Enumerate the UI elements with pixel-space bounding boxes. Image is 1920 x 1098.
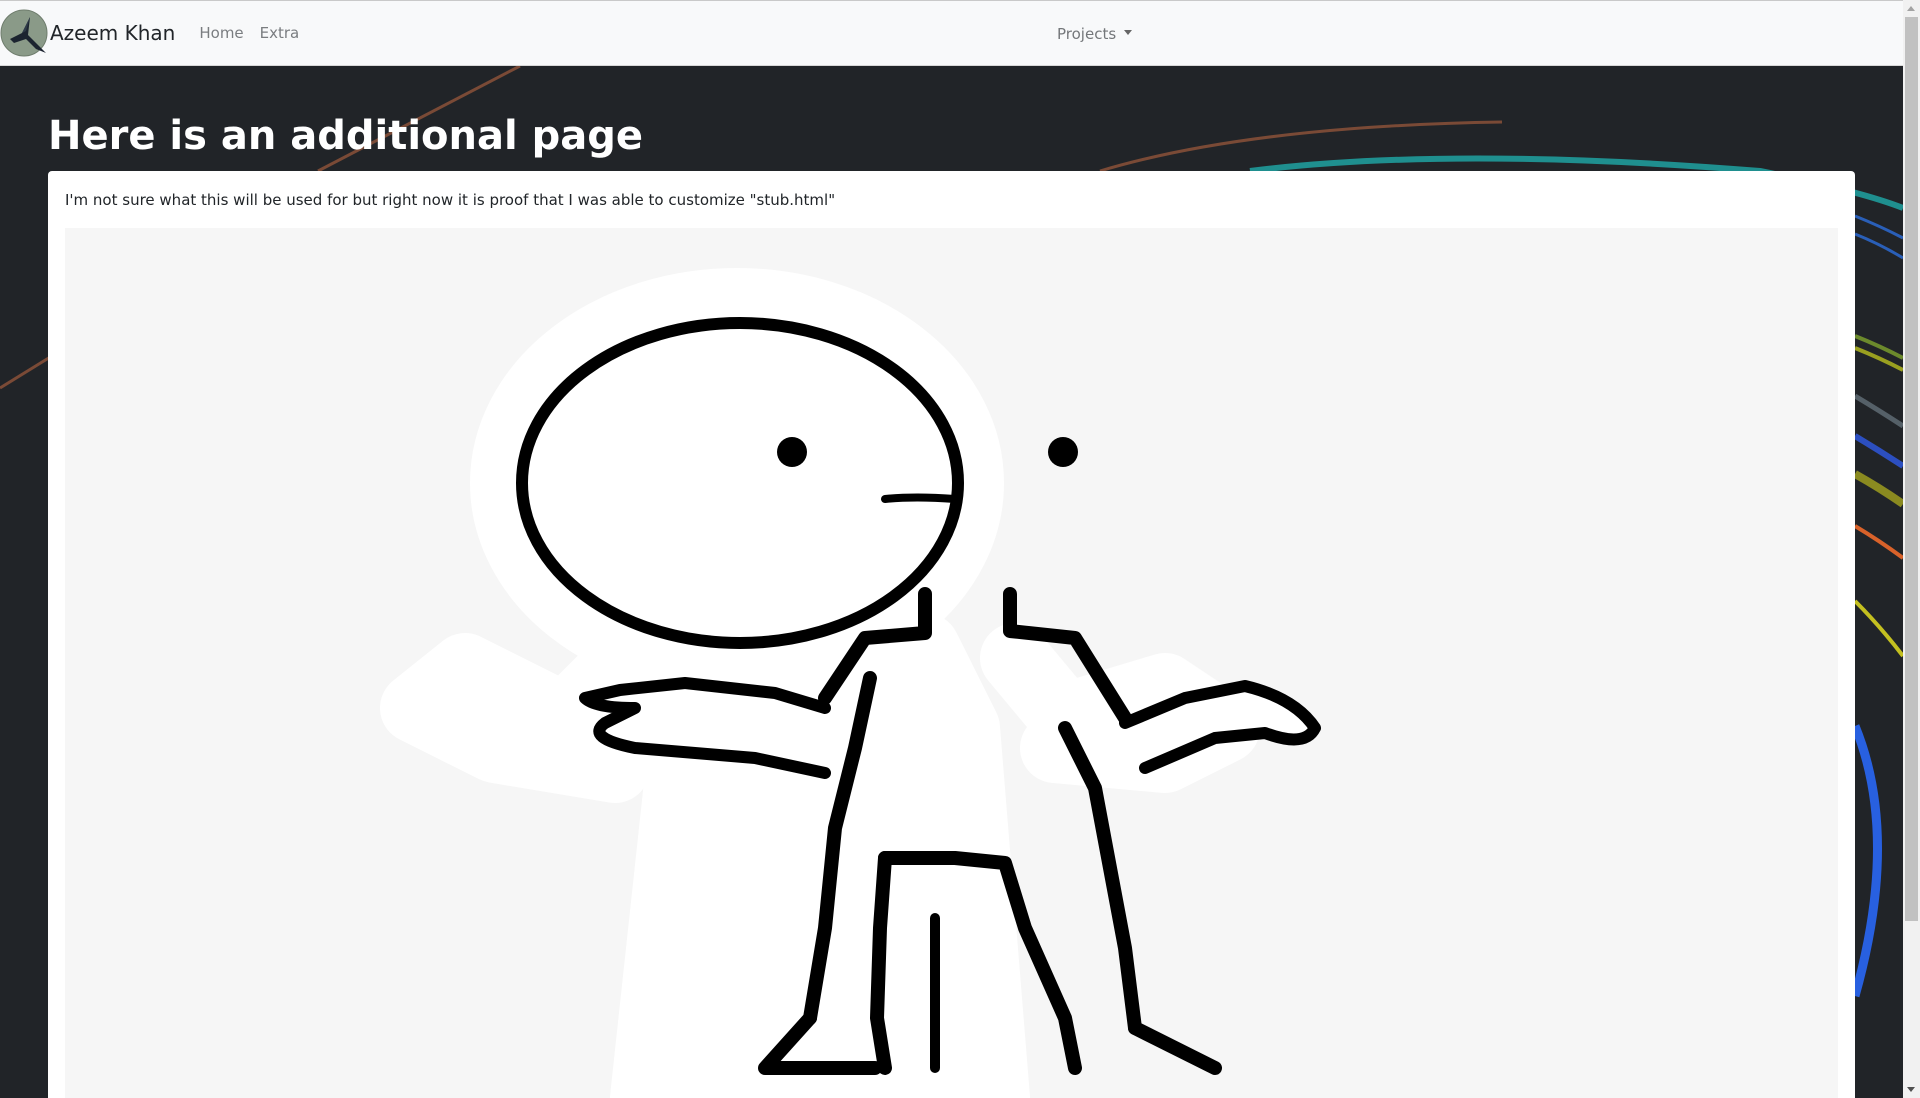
- brand-name: Azeem Khan: [50, 21, 176, 45]
- card-text: I'm not sure what this will be used for …: [65, 191, 836, 209]
- figure-eye-left: [777, 437, 807, 467]
- scroll-up-icon[interactable]: [1907, 6, 1915, 11]
- caret-down-icon: [1124, 29, 1133, 35]
- page-scrollbar[interactable]: [1903, 0, 1920, 1098]
- brand-link[interactable]: Azeem Khan: [0, 0, 175, 66]
- background-line-green: [1854, 334, 1903, 360]
- scroll-down-icon[interactable]: [1907, 1087, 1915, 1092]
- figure-mouth: [881, 493, 959, 503]
- background-line-olive: [1853, 470, 1903, 508]
- projects-dropdown[interactable]: Projects: [1057, 1, 1133, 67]
- scroll-thumb[interactable]: [1905, 17, 1918, 921]
- top-navbar: Azeem Khan Home Extra Projects: [0, 0, 1903, 66]
- content-card: I'm not sure what this will be used for …: [48, 171, 1855, 1098]
- shrug-figure-image: [380, 268, 1321, 1098]
- background-line-blue: [1854, 214, 1903, 240]
- nav-links: Home Extra: [191, 24, 307, 42]
- background-line-yellow: [1853, 599, 1903, 658]
- background-arc-blue: [1850, 724, 1882, 998]
- background-line-blue: [1853, 433, 1903, 469]
- figure-eye-right: [1048, 437, 1078, 467]
- background-line-gray: [1853, 393, 1903, 429]
- nav-link-extra[interactable]: Extra: [252, 24, 308, 42]
- brand-logo-icon: [0, 9, 48, 57]
- nav-link-home[interactable]: Home: [191, 24, 251, 42]
- page-title: Here is an additional page: [48, 113, 643, 159]
- projects-dropdown-label: Projects: [1057, 25, 1117, 43]
- background-line-yellow: [1854, 346, 1903, 372]
- background-line-blue: [1854, 232, 1903, 260]
- figure-head: [516, 317, 964, 649]
- shrug-image: [65, 228, 1838, 1098]
- background-line-orange: [1853, 524, 1903, 560]
